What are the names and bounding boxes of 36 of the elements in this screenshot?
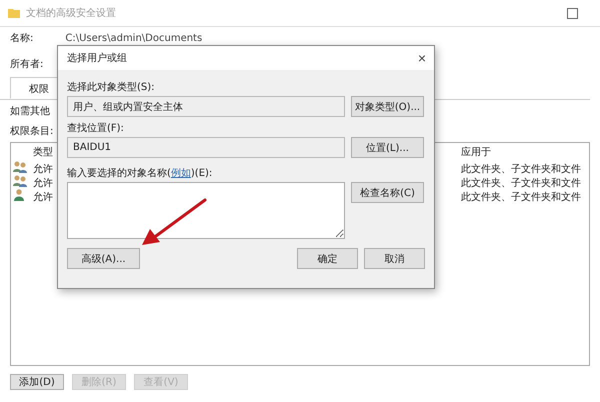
users-icon [13,161,27,173]
maximize-button[interactable] [567,8,578,18]
users-icon [13,175,27,187]
type-label: 选择此对象类型(S): [67,80,155,94]
arrow-annotation [142,198,208,246]
name-label: 名称: [10,32,34,45]
locations-button[interactable]: 位置(L)... [351,137,424,158]
action-button[interactable]: 添加(D) [10,374,64,390]
table-cell-text: 允许 [33,176,53,190]
names-label: 输入要选择的对象名称(例如)(E): [67,166,212,180]
column-header: 类型 [33,146,53,159]
check-names-button[interactable]: 检查名称(C) [351,182,424,203]
advanced-button[interactable]: 高级(A)... [67,248,140,269]
dialog-title: 选择用户或组 [67,52,128,65]
object-type-field: 用户、组或内置安全主体 [67,96,345,117]
table-cell-text: 此文件夹、子文件夹和文件 [461,162,581,176]
hint-text: 如需其他 [10,104,50,118]
table-cell-text: 此文件夹、子文件夹和文件 [461,190,581,204]
window-title: 文档的高级安全设置 [26,6,117,20]
object-names-field[interactable] [67,182,345,239]
entries-label: 权限条目: [10,124,54,138]
cancel-button[interactable]: 取消 [364,248,425,269]
ok-button[interactable]: 确定 [297,248,358,269]
table-cell-text: 此文件夹、子文件夹和文件 [461,176,581,190]
examples-link[interactable]: 例如 [170,168,191,179]
location-field: BAIDU1 [67,137,345,158]
location-label: 查找位置(F): [67,122,124,135]
path-text: C:\Users\admin\Documents [65,32,202,44]
column-header: 应用于 [461,146,491,159]
table-cell-text: 允许 [33,162,53,176]
object-types-button[interactable]: 对象类型(O)... [351,96,424,117]
close-button[interactable]: × [410,50,434,66]
table-cell-text: 允许 [33,190,53,204]
user-icon [13,189,25,201]
folder-icon [8,8,20,18]
owner-label: 所有者: [10,58,44,71]
